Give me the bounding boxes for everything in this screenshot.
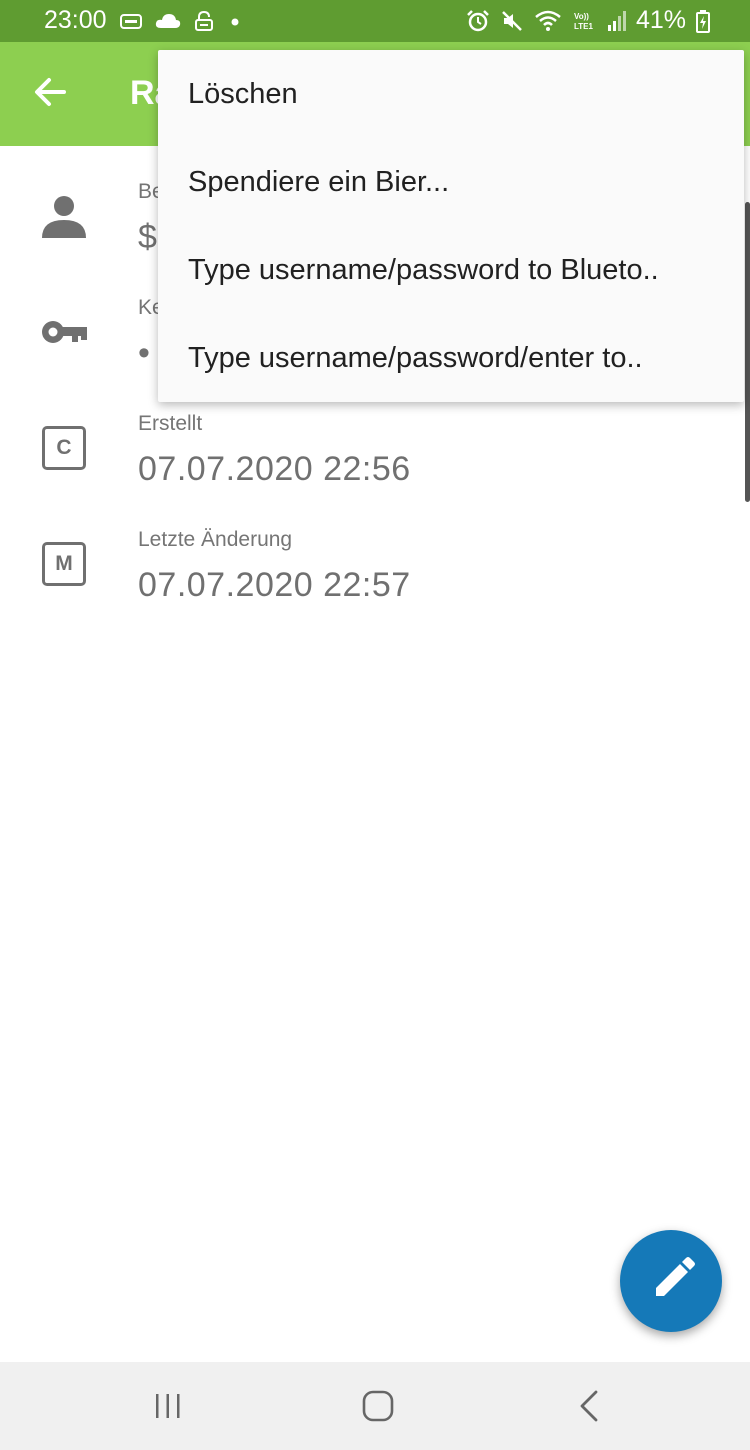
- edit-pencil-icon: [656, 1257, 695, 1296]
- alarm-icon: [467, 9, 489, 31]
- dot-icon: [231, 18, 239, 25]
- field-value: •: [138, 334, 151, 372]
- field-row-modified[interactable]: M Letzte Änderung 07.07.2020 22:57: [0, 512, 750, 628]
- person-icon: [42, 196, 86, 238]
- status-bar: 23:00 Vo)) LTE1 41%: [0, 0, 750, 42]
- status-time: 23:00: [44, 6, 107, 34]
- edit-button[interactable]: [620, 1230, 722, 1332]
- back-nav-icon[interactable]: [574, 1388, 606, 1424]
- lock-icon: [194, 10, 213, 31]
- svg-text:Vo)): Vo)): [574, 12, 589, 21]
- navigation-bar: [0, 1362, 750, 1450]
- back-arrow-icon[interactable]: [30, 72, 70, 112]
- field-row-created[interactable]: C Erstellt 07.07.2020 22:56: [0, 396, 750, 512]
- modified-icon: M: [42, 542, 86, 586]
- field-value: 07.07.2020 22:56: [138, 450, 411, 488]
- signal-icon: [607, 10, 626, 31]
- volte-icon: Vo)) LTE1: [574, 12, 594, 31]
- cloud-icon: [155, 13, 180, 28]
- key-icon: [42, 321, 87, 343]
- teamviewer-icon: [119, 13, 142, 29]
- field-value: $: [138, 218, 158, 256]
- field-label: Letzte Änderung: [138, 528, 293, 551]
- overflow-menu: Löschen Spendiere ein Bier... Type usern…: [158, 50, 744, 402]
- scrollbar[interactable]: [745, 202, 750, 502]
- wifi-icon: [535, 10, 561, 31]
- mute-icon: [502, 10, 522, 31]
- home-icon[interactable]: [360, 1388, 396, 1424]
- status-left: 23:00: [44, 6, 243, 35]
- svg-text:LTE1: LTE1: [574, 22, 594, 31]
- created-icon: C: [42, 426, 86, 470]
- field-label: Erstellt: [138, 412, 203, 435]
- menu-item-type-enter[interactable]: Type username/password/enter to..: [188, 342, 643, 375]
- menu-item-donate[interactable]: Spendiere ein Bier...: [188, 166, 449, 199]
- recent-apps-icon[interactable]: [152, 1390, 184, 1422]
- field-value: 07.07.2020 22:57: [138, 566, 411, 604]
- battery-icon: [696, 9, 710, 33]
- battery-percent: 41%: [635, 6, 686, 34]
- status-right: Vo)) LTE1 41%: [466, 6, 710, 35]
- menu-item-type-bluetooth[interactable]: Type username/password to Blueto..: [188, 254, 659, 287]
- menu-item-delete[interactable]: Löschen: [188, 78, 298, 111]
